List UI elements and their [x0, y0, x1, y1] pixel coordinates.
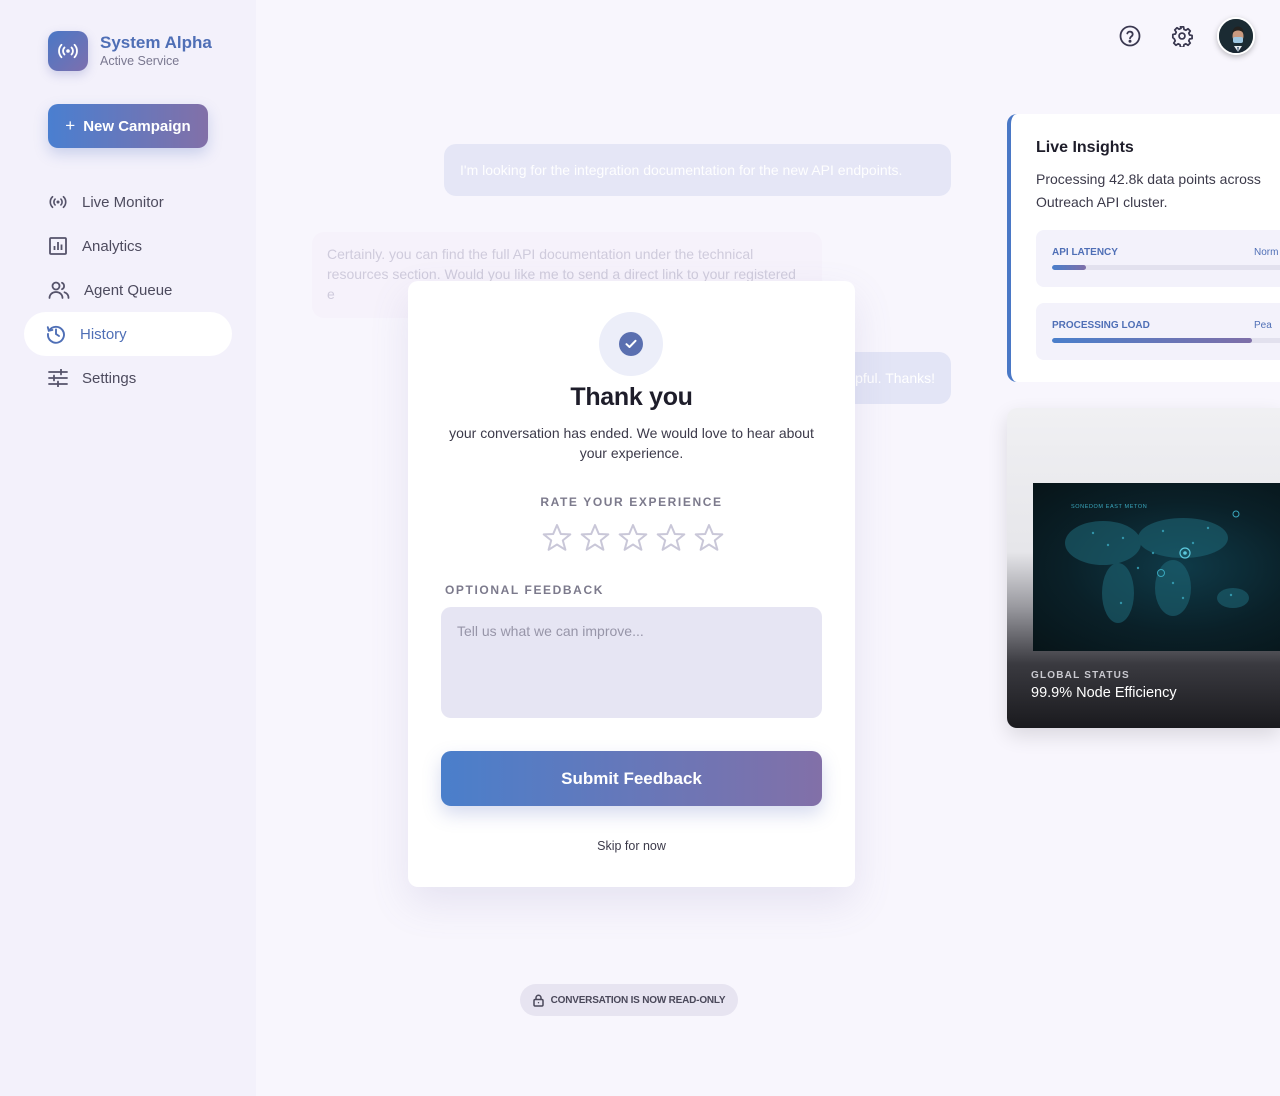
bar-chart-icon: [48, 236, 68, 256]
star-icon[interactable]: [538, 519, 576, 555]
global-status-label: GLOBAL STATUS: [1031, 670, 1130, 681]
broadcast-logo-icon: [48, 31, 88, 71]
readonly-notice: CONVERSATION IS NOW READ-ONLY: [520, 984, 738, 1016]
global-status-value: 99.9% Node Efficiency: [1031, 685, 1177, 701]
metric-progress-fill: [1052, 338, 1253, 343]
new-campaign-label: New Campaign: [83, 117, 191, 135]
history-icon: [46, 324, 66, 344]
star-icon[interactable]: [690, 519, 728, 555]
brand: System Alpha Active Service: [48, 31, 212, 71]
insights-description-line: Outreach API cluster.: [1036, 194, 1168, 210]
star-rating: [538, 519, 728, 555]
live-insights-card: Live Insights Processing 42.8k data poin…: [1007, 114, 1280, 382]
global-status-card: SONEDOM EAST METON GLOBAL STATUS 99.9% N…: [1007, 408, 1280, 728]
success-badge: [599, 312, 663, 376]
insights-description-line: Processing 42.8k data points across: [1036, 171, 1261, 187]
sidebar-item-history[interactable]: History: [24, 312, 232, 356]
modal-title: Thank you: [570, 383, 693, 411]
gear-icon[interactable]: [1168, 22, 1196, 50]
star-icon[interactable]: [576, 519, 614, 555]
help-icon[interactable]: [1116, 22, 1144, 50]
users-icon: [48, 280, 70, 300]
submit-feedback-button[interactable]: Submit Feedback: [441, 751, 822, 806]
lock-icon: [532, 994, 544, 1007]
star-icon[interactable]: [614, 519, 652, 555]
sidebar-item-analytics[interactable]: Analytics: [24, 224, 232, 268]
chat-message-user: I'm looking for the integration document…: [444, 144, 951, 196]
avatar[interactable]: [1217, 17, 1255, 55]
sidebar-item-settings[interactable]: Settings: [24, 356, 232, 400]
metric-status: Norm: [1254, 247, 1279, 258]
brand-subtitle: Active Service: [100, 54, 180, 68]
metric-processing-load: PROCESSING LOAD Pea: [1036, 303, 1280, 360]
plus-icon: +: [65, 116, 76, 135]
sidebar-item-label: History: [80, 325, 127, 343]
star-icon[interactable]: [652, 519, 690, 555]
feedback-modal: Thank you your conversation has ended. W…: [408, 281, 855, 887]
broadcast-icon: [48, 192, 68, 212]
feedback-label: OPTIONAL FEEDBACK: [445, 583, 604, 597]
insights-description: Processing 42.8k data points across Outr…: [1036, 168, 1280, 214]
metric-progress-track: [1052, 338, 1280, 343]
modal-description: your conversation has ended. We would lo…: [449, 425, 814, 461]
sidebar-item-label: Settings: [82, 369, 137, 387]
sliders-icon: [48, 368, 68, 388]
map-caption: SONEDOM EAST METON: [1071, 504, 1147, 510]
metric-label: API LATENCY: [1052, 247, 1118, 258]
feedback-input[interactable]: [441, 607, 822, 718]
sidebar-item-agent-queue[interactable]: Agent Queue: [24, 268, 232, 312]
brand-title: System Alpha: [100, 33, 212, 52]
world-map-image: SONEDOM EAST METON: [1033, 483, 1280, 651]
sidebar-item-label: Live Monitor: [82, 193, 164, 211]
metric-status: Pea: [1254, 320, 1272, 331]
check-icon: [619, 332, 643, 356]
metric-label: PROCESSING LOAD: [1052, 320, 1150, 331]
sidebar-item-live-monitor[interactable]: Live Monitor: [24, 180, 232, 224]
sidebar-item-label: Analytics: [82, 237, 143, 255]
insights-title: Live Insights: [1036, 139, 1134, 156]
sidebar: System Alpha Active Service + New Campai…: [0, 0, 256, 1096]
sidebar-item-label: Agent Queue: [84, 281, 173, 299]
rating-label: RATE YOUR EXPERIENCE: [540, 495, 723, 509]
metric-progress-track: [1052, 265, 1280, 270]
readonly-text: CONVERSATION IS NOW READ-ONLY: [550, 994, 726, 1006]
skip-link[interactable]: Skip for now: [408, 839, 855, 853]
metric-api-latency: API LATENCY Norm: [1036, 230, 1280, 287]
new-campaign-button[interactable]: + New Campaign: [48, 104, 208, 148]
metric-progress-fill: [1052, 265, 1087, 270]
